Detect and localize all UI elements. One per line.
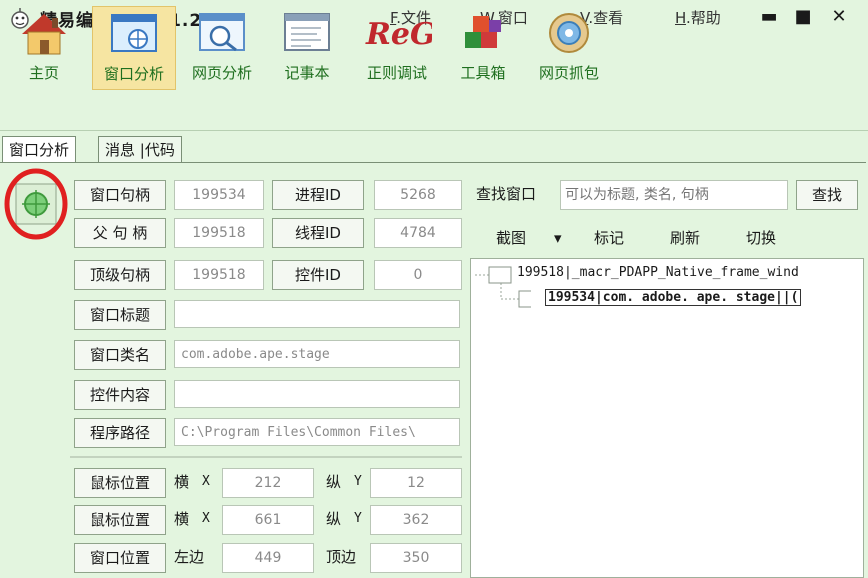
window-position-button[interactable]: 窗口位置 <box>74 543 166 573</box>
thread-id-button[interactable]: 线程ID <box>272 218 364 248</box>
process-id-field[interactable]: 5268 <box>374 180 462 210</box>
regex-icon: ReG <box>362 10 436 56</box>
vertical-label: 纵 <box>326 473 342 491</box>
x-axis-label: X <box>202 511 210 526</box>
window-title-field[interactable] <box>174 300 460 328</box>
window-title-button[interactable]: 窗口标题 <box>74 300 166 330</box>
toolbar-web-analysis-button[interactable]: 网页分析 <box>184 6 260 88</box>
toolbar-regex-debug-button[interactable]: ReG 正则调试 <box>354 6 440 88</box>
window-tree[interactable]: 199518|_macr_PDAPP_Native_frame_wind 199… <box>470 258 864 578</box>
control-content-button[interactable]: 控件内容 <box>74 380 166 410</box>
tab-window-analysis[interactable]: 窗口分析 <box>2 136 77 163</box>
toolbox-blocks-icon <box>457 10 509 56</box>
window-class-field[interactable]: com.adobe.ape.stage <box>174 340 460 368</box>
y-axis-label: Y <box>354 511 362 526</box>
toolbar-window-analysis-button[interactable]: 窗口分析 <box>92 6 176 90</box>
mark-button[interactable]: 标记 <box>594 224 624 252</box>
mouse-position-button[interactable]: 鼠标位置 <box>74 468 166 498</box>
house-icon <box>18 10 70 56</box>
toolbar-notepad-button[interactable]: 记事本 <box>272 6 342 88</box>
parent-handle-field[interactable]: 199518 <box>174 218 264 248</box>
screenshot-dropdown-icon[interactable]: ▾ <box>554 224 562 252</box>
vertical-label: 纵 <box>326 510 342 528</box>
mouse-x-field[interactable]: 661 <box>222 505 314 535</box>
window-top-field[interactable]: 350 <box>370 543 462 573</box>
horizontal-label: 横 <box>174 473 190 491</box>
x-axis-label: X <box>202 474 210 489</box>
disc-capture-icon <box>543 10 595 56</box>
find-button[interactable]: 查找 <box>796 180 858 210</box>
web-magnifier-icon <box>196 10 248 56</box>
maximize-button[interactable]: ■ <box>790 5 816 29</box>
find-window-input[interactable] <box>560 180 788 210</box>
thread-id-field[interactable]: 4784 <box>374 218 462 248</box>
regex-logo-text: ReG <box>365 17 432 52</box>
tab-message-code[interactable]: 消息 |代码 <box>98 136 182 163</box>
program-path-field[interactable]: C:\Program Files\Common Files\ <box>174 418 460 446</box>
mouse-y-field[interactable]: 12 <box>370 468 462 498</box>
toolbar-home-button[interactable]: 主页 <box>12 6 76 88</box>
window-handle-field[interactable]: 199534 <box>174 180 264 210</box>
process-id-button[interactable]: 进程ID <box>272 180 364 210</box>
mouse-x-field[interactable]: 212 <box>222 468 314 498</box>
mouse-y-field[interactable]: 362 <box>370 505 462 535</box>
tree-node-selected[interactable]: 199534|com. adobe. ape. stage||( <box>545 289 802 306</box>
left-edge-label: 左边 <box>174 548 205 566</box>
top-handle-field[interactable]: 199518 <box>174 260 264 290</box>
close-button[interactable]: ✕ <box>826 5 852 29</box>
window-target-icon <box>108 11 160 57</box>
menu-help[interactable]: H.帮助 <box>675 7 721 28</box>
top-handle-button[interactable]: 顶级句柄 <box>74 260 166 290</box>
section-divider <box>70 456 462 458</box>
toolbar-toolbox-button[interactable]: 工具箱 <box>450 6 516 88</box>
control-id-button[interactable]: 控件ID <box>272 260 364 290</box>
y-axis-label: Y <box>354 474 362 489</box>
program-path-button[interactable]: 程序路径 <box>74 418 166 448</box>
window-left-field[interactable]: 449 <box>222 543 314 573</box>
horizontal-label: 横 <box>174 510 190 528</box>
top-edge-label: 顶边 <box>326 548 357 566</box>
window-class-button[interactable]: 窗口类名 <box>74 340 166 370</box>
toolbar-packet-capture-button[interactable]: 网页抓包 <box>526 6 612 88</box>
switch-button[interactable]: 切换 <box>746 224 776 252</box>
window-handle-button[interactable]: 窗口句柄 <box>74 180 166 210</box>
control-content-field[interactable] <box>174 380 460 408</box>
minimize-button[interactable]: ▬ <box>756 5 782 29</box>
control-id-field[interactable]: 0 <box>374 260 462 290</box>
tree-node[interactable]: 199518|_macr_PDAPP_Native_frame_wind <box>517 265 799 280</box>
refresh-button[interactable]: 刷新 <box>670 224 700 252</box>
screenshot-button[interactable]: 截图 <box>496 224 526 252</box>
notepad-icon <box>281 10 333 56</box>
parent-handle-button[interactable]: 父 句 柄 <box>74 218 166 248</box>
annotation-circle <box>2 166 72 246</box>
find-window-label: 查找窗口 <box>476 185 537 203</box>
mouse-position-button[interactable]: 鼠标位置 <box>74 505 166 535</box>
